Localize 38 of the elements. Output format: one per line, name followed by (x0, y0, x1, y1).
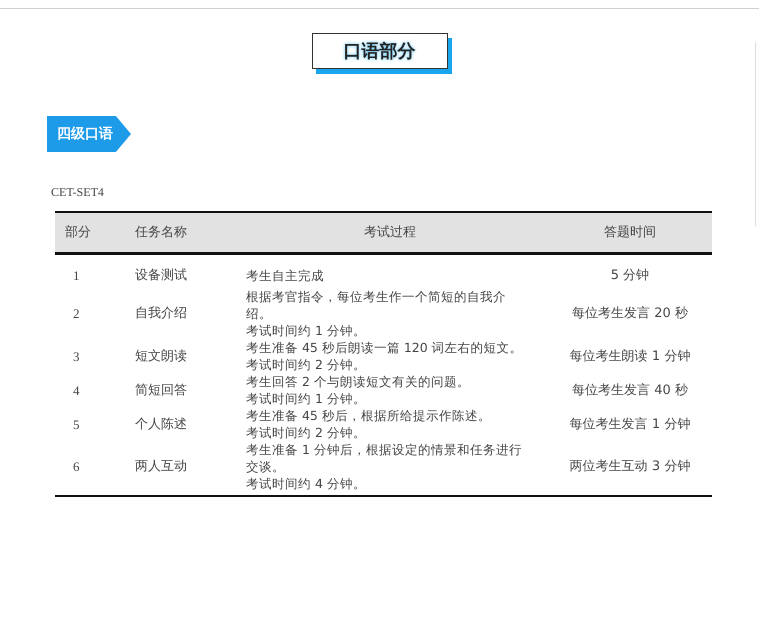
table-cell: 每位考生发言 20 秒 (572, 306, 688, 321)
table-cell: 考生准备 45 秒后朗读一篇 120 词左右的短文。 (246, 339, 523, 356)
table-cell: 考生准备 1 分钟后，根据设定的情景和任务进行 (246, 441, 522, 458)
table-cell: 考试时间约 2 分钟。 (246, 424, 366, 441)
table-cell: 6 (73, 459, 80, 474)
table-cell: 考试时间约 1 分钟。 (246, 390, 366, 407)
table-cell: 2 (73, 306, 80, 321)
table-cell: 1 (73, 268, 80, 283)
table-cell: 4 (73, 382, 80, 398)
table-cell: 根据考官指令，每位考生作一个简短的自我介 (246, 288, 506, 305)
table-cell: 个人陈述 (135, 416, 187, 432)
table-cell: 简短回答 (135, 382, 187, 398)
table-cell: 5 (73, 416, 80, 432)
table-cell: 自我介绍 (135, 306, 187, 321)
table-cell: 设备测试 (135, 268, 187, 283)
section-title: 口语部分 (312, 33, 448, 69)
table-cell: 短文朗读 (135, 348, 187, 364)
column-header: 答题时间 (604, 224, 656, 240)
column-header: 部分 (65, 224, 91, 240)
level-tag: 四级口语 (47, 116, 131, 152)
table-cell: 考生回答 2 个与朗读短文有关的问题。 (246, 373, 470, 390)
table-cell: 交谈。 (246, 458, 285, 475)
table-cell: 考试时间约 4 分钟。 (246, 475, 366, 492)
table-cell: 每位考生发言 1 分钟 (570, 416, 690, 432)
table-cell: 每位考生发言 40 秒 (572, 382, 688, 398)
table-caption: CET-SET4 (51, 184, 104, 201)
table-cell: 每位考生朗读 1 分钟 (570, 348, 690, 364)
table-cell: 考试时间约 2 分钟。 (246, 356, 366, 373)
table-cell: 绍。 (246, 305, 272, 322)
table-cell: 考试时间约 1 分钟。 (246, 322, 366, 339)
table-cell: 两人互动 (135, 459, 187, 474)
column-header: 考试过程 (364, 224, 416, 240)
table-cell: 3 (73, 348, 80, 364)
table-cell: 5 分钟 (610, 268, 650, 283)
column-header: 任务名称 (135, 224, 187, 240)
table-cell: 考生准备 45 秒后，根据所给提示作陈述。 (246, 407, 491, 424)
table-cell: 考生自主完成 (246, 267, 324, 284)
table-cell: 两位考生互动 3 分钟 (570, 459, 690, 474)
